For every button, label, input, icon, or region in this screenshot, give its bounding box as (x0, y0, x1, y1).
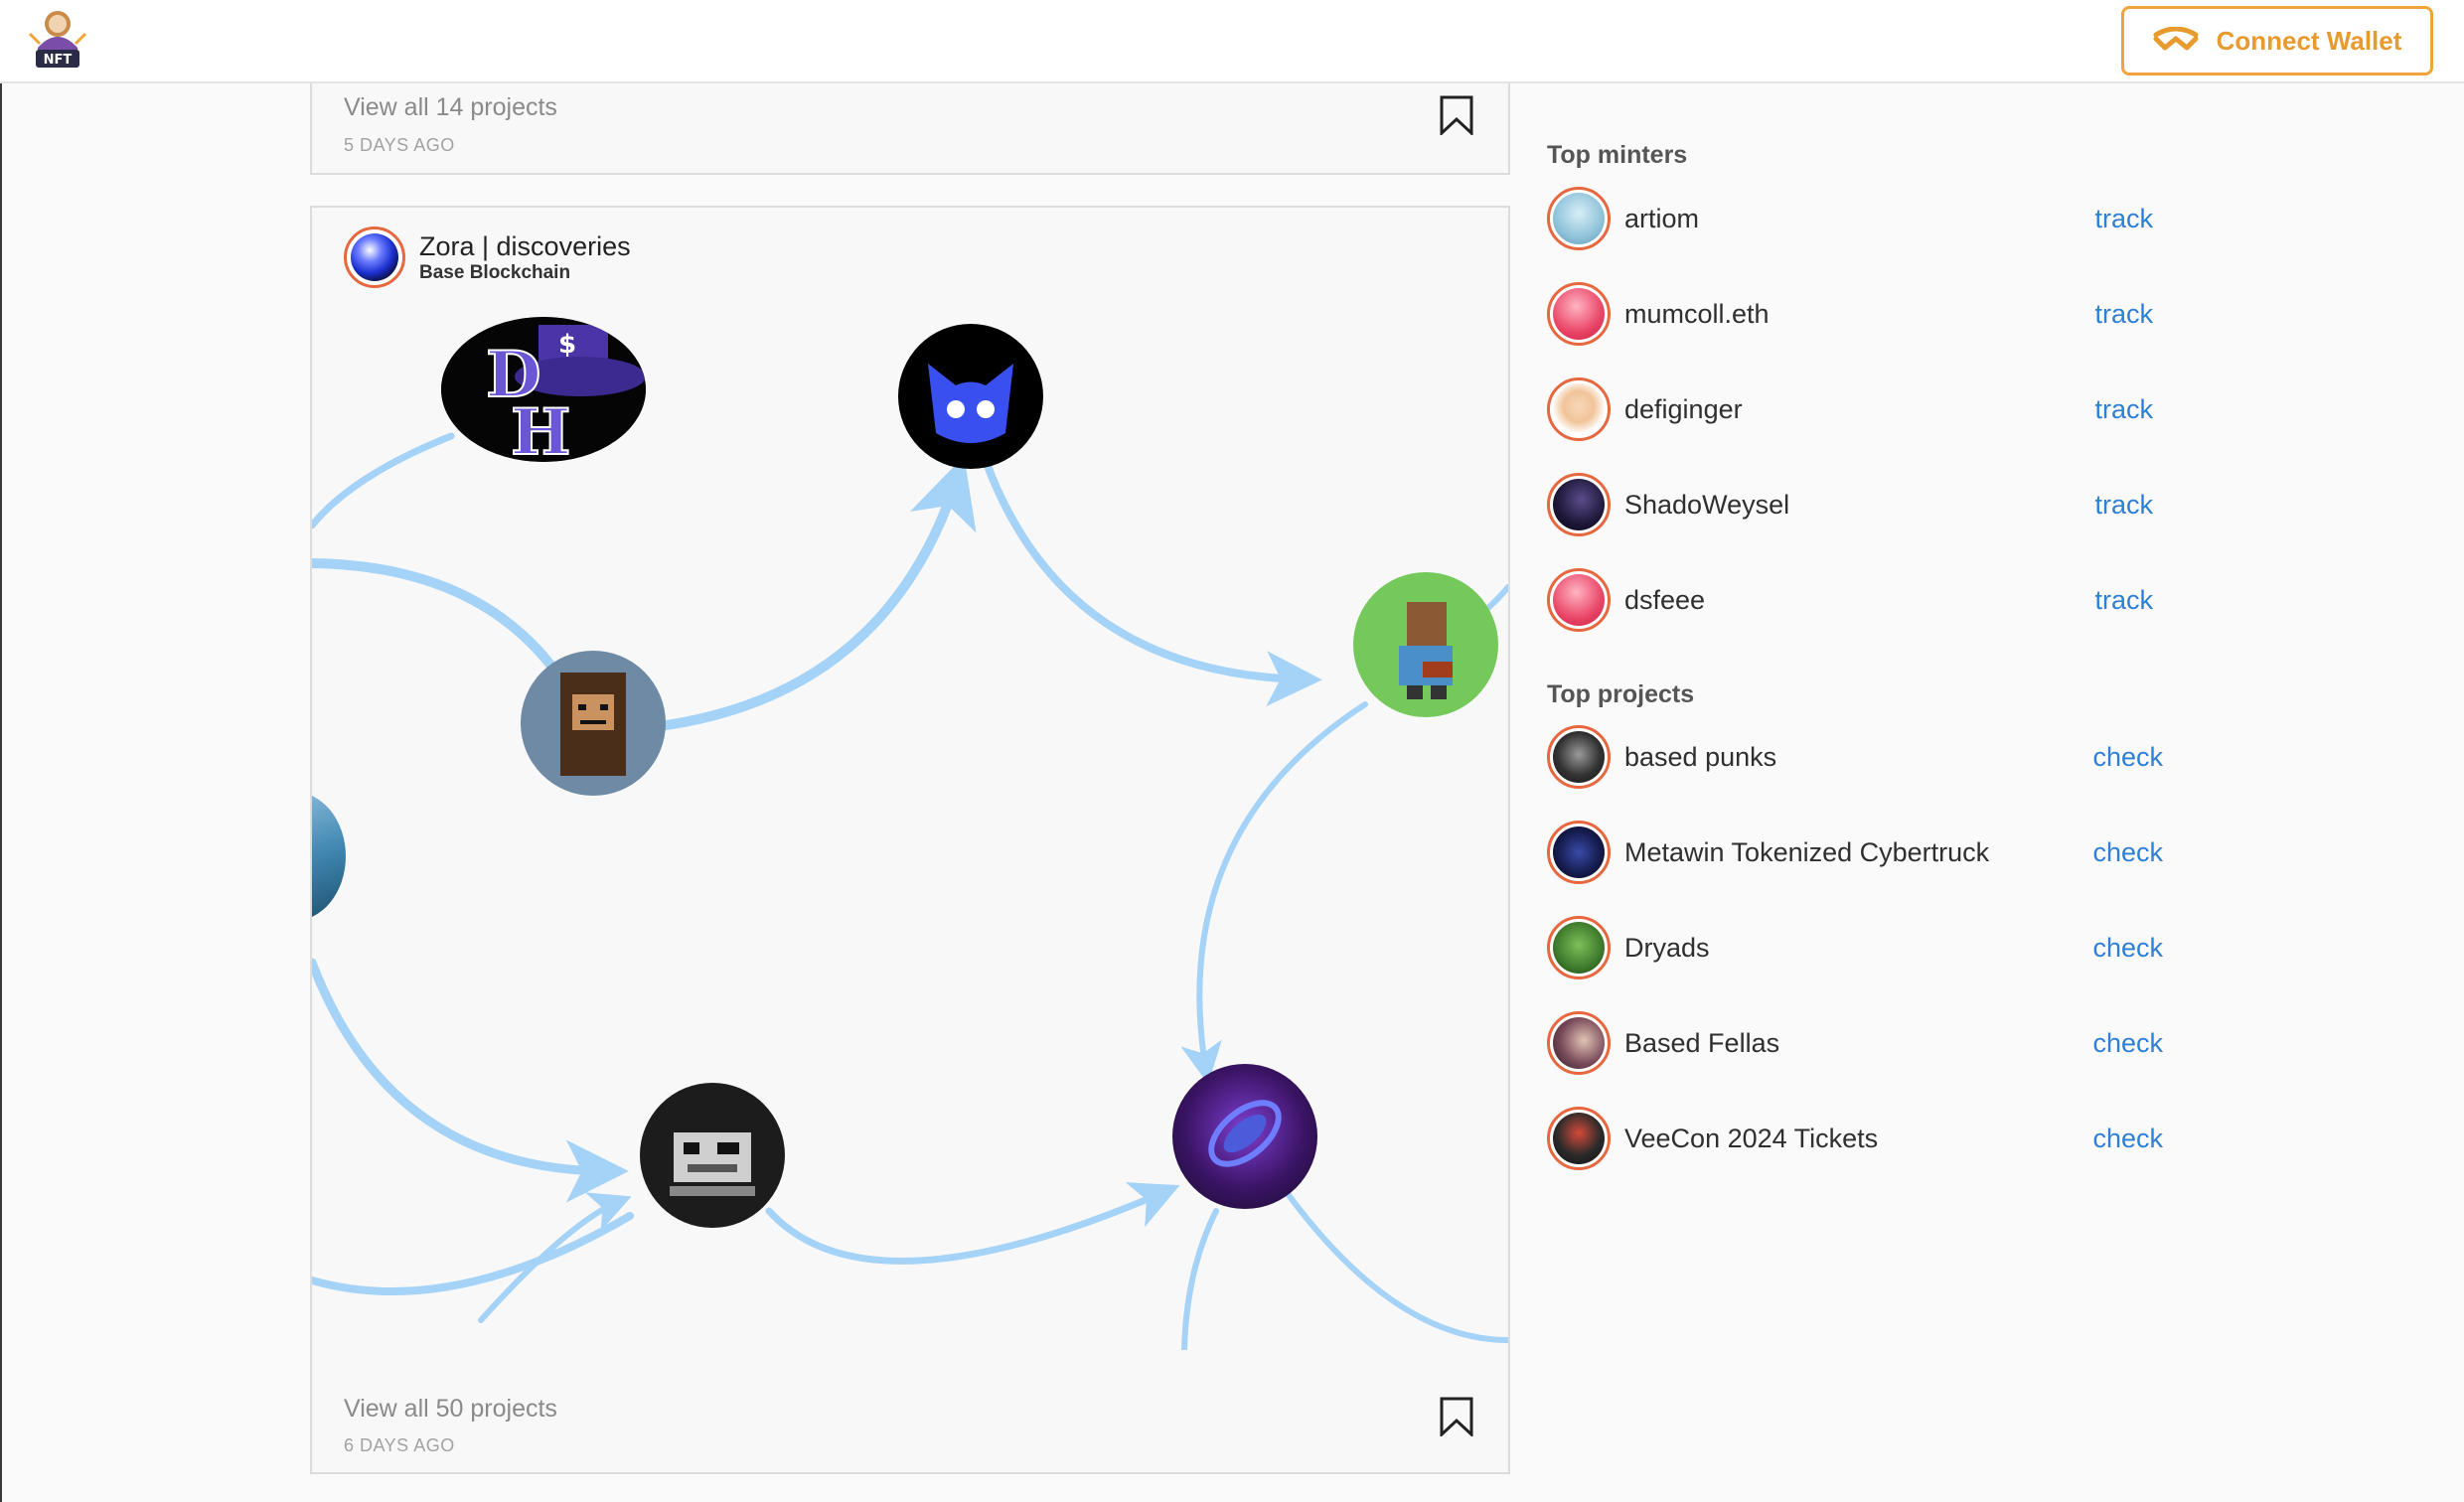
minter-name: defiginger (1624, 393, 1743, 424)
project-avatar (1547, 916, 1611, 979)
svg-text:NFT: NFT (44, 53, 73, 68)
check-link[interactable]: check (2092, 742, 2163, 773)
graph-node-dh[interactable]: D H $ (441, 317, 646, 462)
check-link[interactable]: check (2092, 933, 2163, 964)
minter-avatar (1547, 568, 1611, 632)
track-link[interactable]: track (2094, 204, 2153, 234)
svg-text:$: $ (558, 330, 576, 360)
project-name: Dryads (1624, 932, 1710, 963)
bookmark-icon[interactable] (1439, 1397, 1474, 1436)
nft-logo[interactable]: NFT (22, 4, 93, 75)
project-row[interactable]: based punks check (1547, 724, 2163, 790)
minter-row[interactable]: dsfeee track (1547, 567, 2163, 633)
minter-avatar (1547, 377, 1611, 441)
track-link[interactable]: track (2094, 394, 2153, 425)
track-link[interactable]: track (2094, 299, 2153, 330)
minter-avatar (1547, 473, 1611, 536)
minter-row[interactable]: defiginger track (1547, 376, 2163, 442)
project-avatar (1547, 725, 1611, 789)
project-name: Based Fellas (1624, 1027, 1780, 1058)
track-link[interactable]: track (2094, 585, 2153, 616)
minter-avatar (1547, 282, 1611, 346)
check-link[interactable]: check (2092, 837, 2163, 868)
timestamp: 6 DAYS AGO (344, 1435, 455, 1455)
card-title: Zora | discoveries (419, 231, 631, 261)
project-avatar (1547, 1107, 1611, 1170)
project-row[interactable]: Dryads check (1547, 915, 2163, 980)
minter-name: ShadoWeysel (1624, 489, 1790, 520)
minter-name: artiom (1624, 203, 1700, 233)
project-row[interactable]: Based Fellas check (1547, 1010, 2163, 1076)
project-name: VeeCon 2024 Tickets (1624, 1123, 1879, 1153)
top-minters-title: Top minters (1547, 141, 1688, 169)
minter-name: dsfeee (1624, 584, 1706, 615)
collection-avatar (344, 226, 405, 288)
top-header: NFT Connect Wallet (0, 0, 2464, 83)
check-link[interactable]: check (2092, 1124, 2163, 1154)
minter-avatar (1547, 187, 1611, 250)
feed-card-1: View all 14 projects 5 DAYS AGO (310, 83, 1510, 175)
check-link[interactable]: check (2092, 1028, 2163, 1059)
timestamp: 5 DAYS AGO (344, 135, 455, 155)
graph-node-pixel-bearded-man[interactable] (521, 651, 666, 796)
minter-row[interactable]: ShadoWeysel track (1547, 472, 2163, 537)
wallet-connect-icon (2153, 27, 2199, 51)
bookmark-icon[interactable] (1439, 95, 1474, 135)
graph-node-cat[interactable] (898, 324, 1043, 469)
graph-edges (312, 432, 1508, 1350)
card-header[interactable]: Zora | discoveries Base Blockchain (344, 225, 631, 289)
connect-wallet-label: Connect Wallet (2216, 25, 2402, 56)
project-avatar (1547, 821, 1611, 884)
project-row[interactable]: VeeCon 2024 Tickets check (1547, 1106, 2163, 1171)
graph-node-purple-orb[interactable] (1172, 1064, 1317, 1209)
left-border (0, 0, 2, 1502)
view-all-projects-link[interactable]: View all 14 projects (344, 93, 557, 122)
collection-graph: D H $ (312, 317, 1508, 1350)
minter-name: mumcoll.eth (1624, 298, 1770, 329)
view-all-projects-link[interactable]: View all 50 projects (344, 1395, 557, 1424)
connect-wallet-button[interactable]: Connect Wallet (2121, 6, 2433, 75)
track-link[interactable]: track (2094, 490, 2153, 521)
minter-row[interactable]: artiom track (1547, 186, 2163, 251)
project-avatar (1547, 1011, 1611, 1075)
top-projects-title: Top projects (1547, 680, 1695, 708)
project-name: Metawin Tokenized Cybertruck (1624, 836, 1990, 867)
svg-text:H: H (511, 395, 570, 462)
feed-card-2: Zora | discoveries Base Blockchain D H $… (310, 206, 1510, 1474)
minter-row[interactable]: mumcoll.eth track (1547, 281, 2163, 347)
project-name: based punks (1624, 741, 1777, 772)
graph-node-green-character[interactable] (1353, 572, 1498, 717)
card-subtitle: Base Blockchain (419, 262, 571, 283)
project-row[interactable]: Metawin Tokenized Cybertruck check (1547, 820, 2163, 885)
graph-node-monochrome[interactable] (640, 1083, 785, 1228)
